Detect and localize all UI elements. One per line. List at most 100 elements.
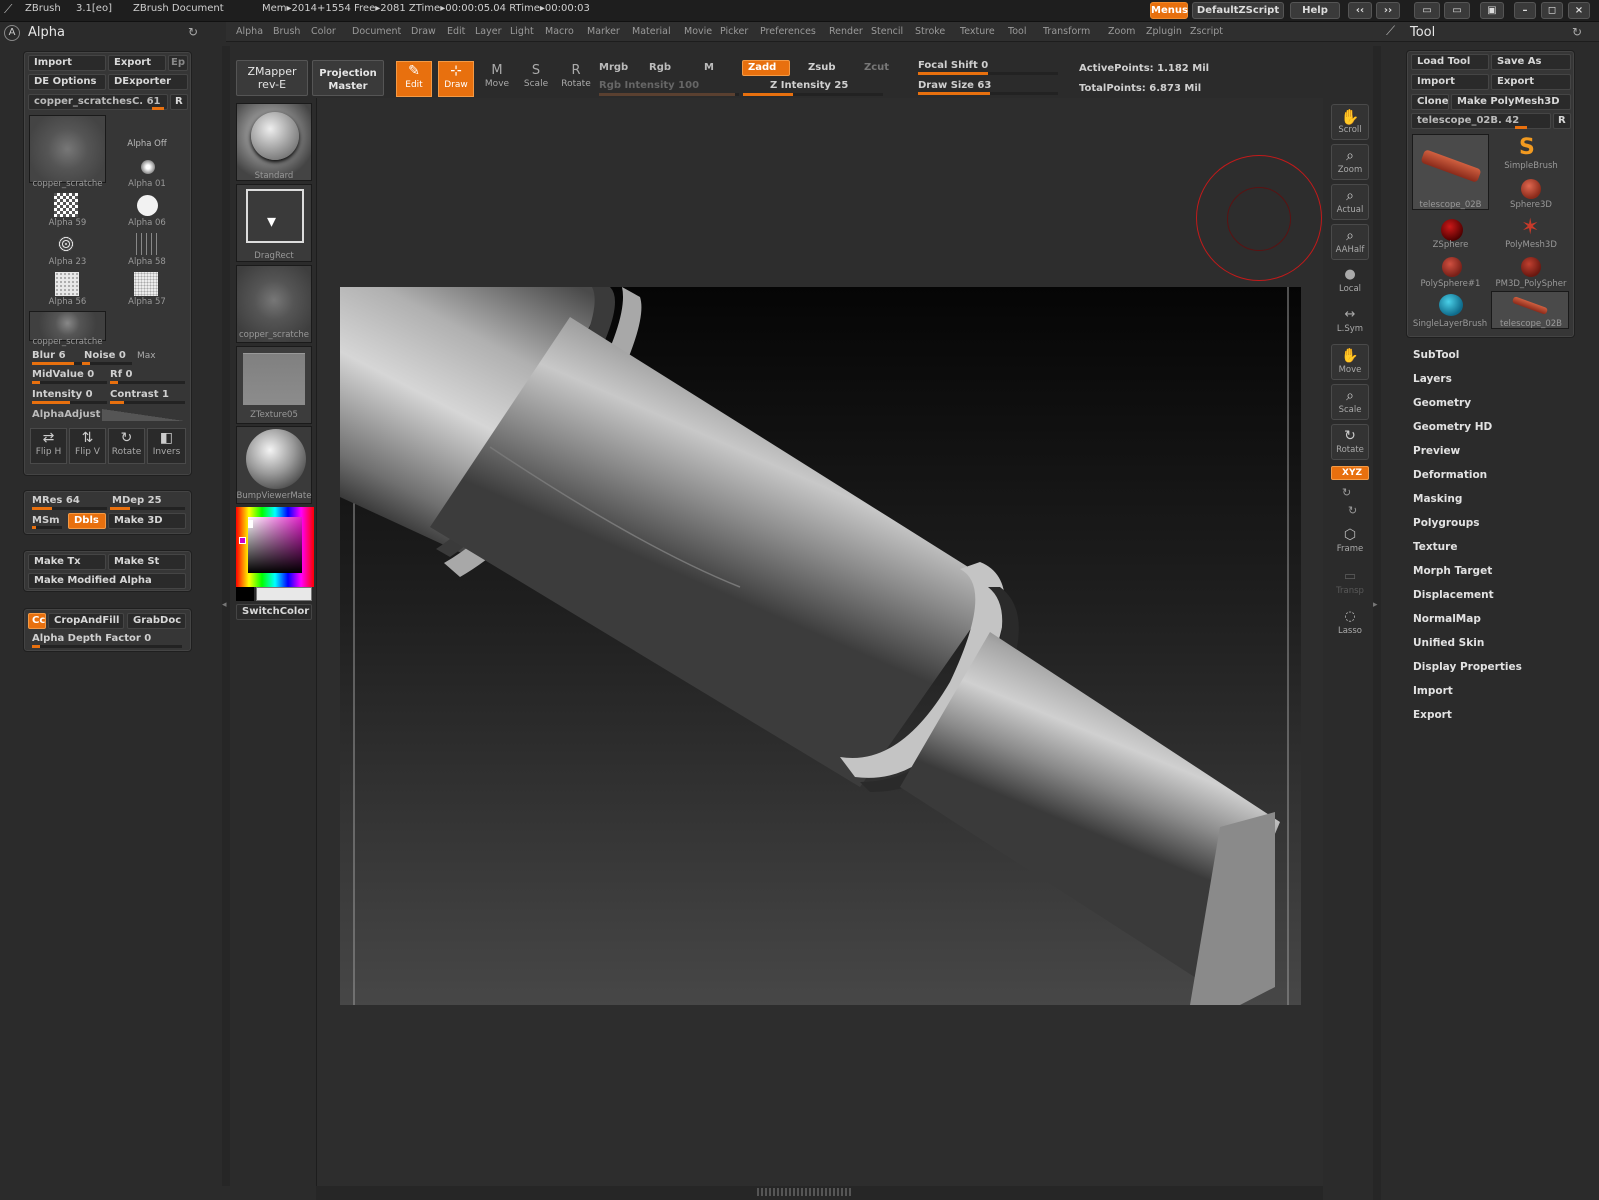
focal-shift-track[interactable] xyxy=(918,72,1058,75)
flip-v-button[interactable]: ⇅ Flip V xyxy=(69,428,106,464)
alpha-56-thumbnail[interactable] xyxy=(55,272,79,296)
draw-size-slider[interactable]: Draw Size 63 xyxy=(918,80,991,91)
menu-zscript[interactable]: Zscript xyxy=(1190,26,1223,37)
lock-icon[interactable]: ▣ xyxy=(1480,2,1504,19)
local-button[interactable]: ● Local xyxy=(1331,264,1369,300)
midvalue-slider[interactable]: MidValue 0 xyxy=(32,369,94,380)
rotate-z-icon[interactable]: ↻ xyxy=(1348,504,1357,517)
switch-color-button[interactable]: SwitchColor xyxy=(236,604,312,620)
alpha-01-thumbnail[interactable] xyxy=(141,160,155,174)
alpha-export-button[interactable]: Export xyxy=(108,55,166,71)
dbls-toggle[interactable]: Dbls xyxy=(68,513,106,529)
alpha-59-thumbnail[interactable] xyxy=(54,193,78,217)
zmapper-button[interactable]: ZMapper rev-E xyxy=(236,60,308,96)
z-intensity-track[interactable] xyxy=(743,93,883,96)
noise-slider[interactable]: Noise 0 xyxy=(84,350,126,361)
menu-alpha[interactable]: Alpha xyxy=(236,26,263,37)
menu-movie[interactable]: Movie xyxy=(684,26,712,37)
masking-section[interactable]: Masking xyxy=(1413,493,1462,505)
edit-mode-button[interactable]: ✎ Edit xyxy=(396,61,432,97)
lsym-button[interactable]: ↔ L.Sym xyxy=(1331,304,1369,340)
make-tx-button[interactable]: Make Tx xyxy=(28,554,106,570)
move-view-button[interactable]: ✋ Move xyxy=(1331,344,1369,380)
dexporter-button[interactable]: DExporter xyxy=(108,74,188,90)
lasso-button[interactable]: ◌ Lasso xyxy=(1331,606,1369,642)
color-picker-handle[interactable] xyxy=(248,520,253,528)
sphere3d-icon[interactable] xyxy=(1521,179,1541,199)
save-as-button[interactable]: Save As xyxy=(1491,54,1571,70)
menu-color[interactable]: Color xyxy=(311,26,336,37)
bottom-tray-handle[interactable] xyxy=(757,1188,853,1196)
alpha-23-thumbnail[interactable] xyxy=(58,236,74,252)
preview-section[interactable]: Preview xyxy=(1413,445,1460,457)
color-picker-square[interactable] xyxy=(248,517,302,573)
alpha-depth-factor-track[interactable] xyxy=(32,645,182,648)
menu-transform[interactable]: Transform xyxy=(1043,26,1090,37)
alpha-import-button[interactable]: Import xyxy=(28,55,106,71)
make-st-button[interactable]: Make St xyxy=(108,554,186,570)
xyz-toggle[interactable]: XYZ xyxy=(1331,466,1369,480)
menu-zplugin[interactable]: Zplugin xyxy=(1146,26,1182,37)
actual-button[interactable]: ⌕ Actual xyxy=(1331,184,1369,220)
close-icon[interactable]: × xyxy=(1568,2,1590,19)
document-viewport[interactable] xyxy=(340,287,1301,1005)
focal-shift-slider[interactable]: Focal Shift 0 xyxy=(918,60,988,71)
zoom-button[interactable]: ⌕ Zoom xyxy=(1331,144,1369,180)
msm-slider-track[interactable] xyxy=(32,526,62,529)
right-tray-divider[interactable] xyxy=(1373,46,1381,1200)
load-tool-button[interactable]: Load Tool xyxy=(1411,54,1489,70)
make-modified-alpha-button[interactable]: Make Modified Alpha xyxy=(28,573,186,589)
pm3d-polysphere-icon[interactable] xyxy=(1521,257,1541,277)
move-mode-button[interactable]: M Move xyxy=(479,61,515,97)
unified-skin-section[interactable]: Unified Skin xyxy=(1413,637,1484,649)
current-alpha-slider[interactable]: copper_scratchesC. 61 xyxy=(28,94,168,110)
tool-export-button[interactable]: Export xyxy=(1491,74,1571,90)
alphaadjust-curve[interactable] xyxy=(102,409,184,421)
default-zscript-button[interactable]: DefaultZScript xyxy=(1192,2,1284,19)
draw-mode-button[interactable]: ⊹ Draw xyxy=(438,61,474,97)
rgb-button[interactable]: Rgb xyxy=(649,62,671,73)
alpha-off-label[interactable]: Alpha Off xyxy=(108,139,186,149)
current-tool-slider[interactable]: telescope_02B. 42 xyxy=(1411,113,1551,129)
clone-button[interactable]: Clone xyxy=(1411,94,1449,110)
refresh-icon[interactable]: ↻ xyxy=(188,25,198,39)
layout2-icon[interactable]: ▭ xyxy=(1444,2,1470,19)
contrast-slider-track[interactable] xyxy=(110,401,185,404)
rgb-intensity-track[interactable] xyxy=(599,93,739,96)
menu-layer[interactable]: Layer xyxy=(475,26,502,37)
alpha-06-thumbnail[interactable] xyxy=(137,195,158,216)
zsub-button[interactable]: Zsub xyxy=(808,62,835,73)
flip-h-button[interactable]: ⇄ Flip H xyxy=(30,428,67,464)
collapse-right-icon[interactable]: ▸ xyxy=(1373,600,1378,610)
secondary-color-swatch[interactable] xyxy=(236,587,254,601)
menu-macro[interactable]: Macro xyxy=(545,26,574,37)
simplebrush-icon[interactable]: S xyxy=(1519,135,1535,160)
mrgb-button[interactable]: Mrgb xyxy=(599,62,628,73)
layout-icon[interactable]: ▭ xyxy=(1414,2,1440,19)
left-tray-divider[interactable] xyxy=(222,46,230,1186)
menu-draw[interactable]: Draw xyxy=(411,26,436,37)
alphaadjust-label[interactable]: AlphaAdjust xyxy=(32,409,100,420)
m-button[interactable]: M xyxy=(704,62,714,73)
display-properties-section[interactable]: Display Properties xyxy=(1413,661,1522,673)
layers-section[interactable]: Layers xyxy=(1413,373,1452,385)
tray-right-icon[interactable]: ›› xyxy=(1376,2,1400,19)
make-polymesh3d-button[interactable]: Make PolyMesh3D xyxy=(1451,94,1571,110)
menu-material[interactable]: Material xyxy=(632,26,671,37)
aahalf-button[interactable]: ⌕ AAHalf xyxy=(1331,224,1369,260)
tool-export-section[interactable]: Export xyxy=(1413,709,1452,721)
rgb-intensity-slider[interactable]: Rgb Intensity 100 xyxy=(599,80,699,91)
blur-slider[interactable]: Blur 6 xyxy=(32,350,66,361)
menu-tool[interactable]: Tool xyxy=(1008,26,1026,37)
menu-texture[interactable]: Texture xyxy=(960,26,995,37)
frame-button[interactable]: ⬡ Frame xyxy=(1331,524,1369,560)
hue-handle[interactable] xyxy=(239,537,246,544)
alpha-ep-button[interactable]: Ep xyxy=(168,55,188,71)
invers-button[interactable]: ◧ Invers xyxy=(147,428,186,464)
menu-light[interactable]: Light xyxy=(510,26,534,37)
menu-preferences[interactable]: Preferences xyxy=(760,26,816,37)
rotate-mode-button[interactable]: R Rotate xyxy=(557,61,595,97)
menu-render[interactable]: Render xyxy=(829,26,863,37)
tool-import-button[interactable]: Import xyxy=(1411,74,1489,90)
polygroups-section[interactable]: Polygroups xyxy=(1413,517,1480,529)
